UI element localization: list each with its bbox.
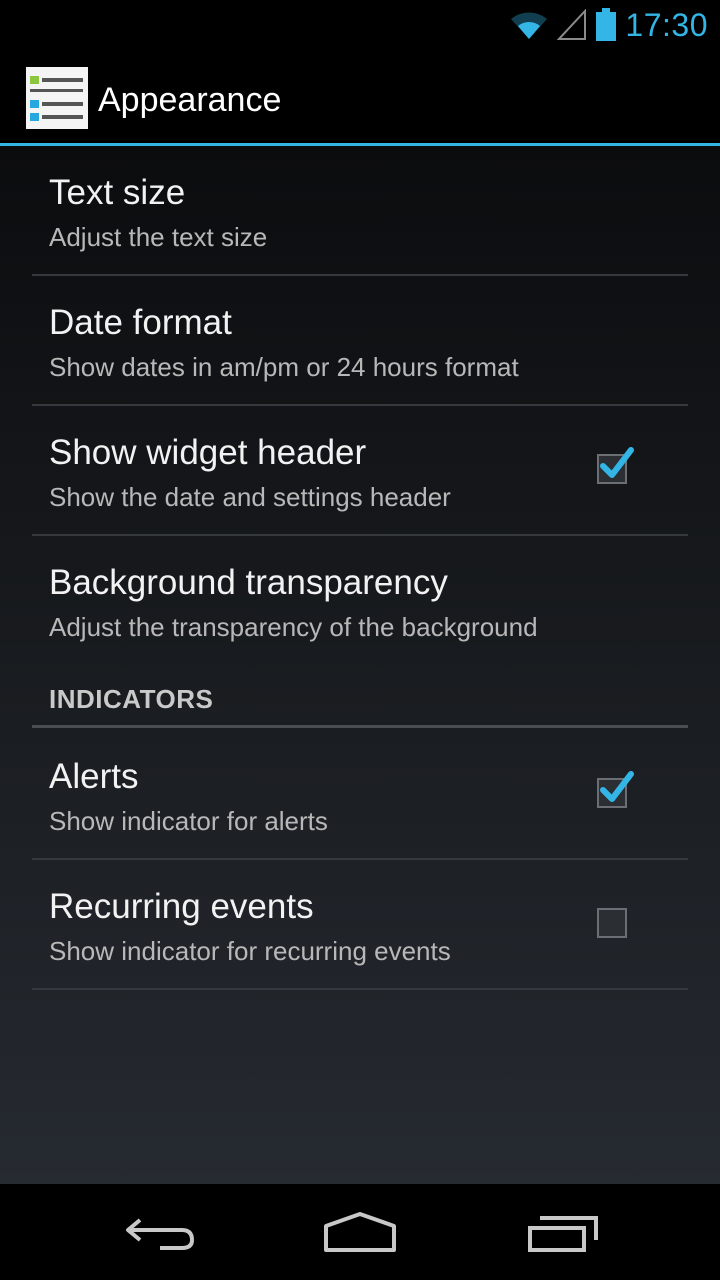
page-title: Appearance [98, 81, 282, 119]
show-widget-header-checkbox[interactable] [597, 447, 634, 484]
action-bar: Appearance [0, 50, 720, 146]
home-icon[interactable] [320, 1208, 400, 1258]
settings-list-icon[interactable] [26, 67, 88, 129]
navigation-bar [0, 1184, 720, 1280]
checkmark-icon [600, 447, 634, 478]
pref-date-format[interactable]: Date format Show dates in am/pm or 24 ho… [32, 276, 688, 406]
section-header-label: INDICATORS [49, 684, 214, 714]
pref-title: Text size [49, 173, 186, 212]
recurring-events-checkbox[interactable] [597, 908, 627, 938]
wifi-icon [511, 12, 548, 39]
pref-title: Show widget header [49, 433, 367, 472]
pref-summary: Show dates in am/pm or 24 hours format [49, 352, 519, 382]
preferences-list: Text size Adjust the text size Date form… [0, 146, 720, 1184]
pref-title: Alerts [49, 757, 139, 796]
pref-summary: Adjust the transparency of the backgroun… [49, 612, 538, 642]
pref-text-size[interactable]: Text size Adjust the text size [32, 146, 688, 276]
pref-summary: Adjust the text size [49, 222, 268, 252]
pref-background-transparency[interactable]: Background transparency Adjust the trans… [32, 536, 688, 666]
pref-alerts[interactable]: Alerts Show indicator for alerts [32, 730, 688, 860]
status-icons: 17:30 [509, 0, 708, 50]
pref-show-widget-header[interactable]: Show widget header Show the date and set… [32, 406, 688, 536]
pref-title: Background transparency [49, 563, 448, 602]
pref-summary: Show the date and settings header [49, 482, 451, 512]
status-time: 17:30 [625, 6, 708, 43]
pref-title: Date format [49, 303, 232, 342]
recent-apps-icon[interactable] [522, 1208, 602, 1258]
back-icon[interactable] [120, 1208, 200, 1258]
pref-recurring-events[interactable]: Recurring events Show indicator for recu… [32, 860, 688, 990]
status-bar: 17:30 [0, 0, 720, 50]
pref-summary: Show indicator for alerts [49, 806, 328, 836]
section-header-indicators: INDICATORS [32, 674, 688, 728]
checkmark-icon [600, 771, 634, 802]
alerts-checkbox[interactable] [597, 771, 634, 808]
pref-summary: Show indicator for recurring events [49, 936, 451, 966]
pref-title: Recurring events [49, 887, 314, 926]
battery-icon [596, 8, 617, 41]
signal-icon [557, 9, 587, 40]
